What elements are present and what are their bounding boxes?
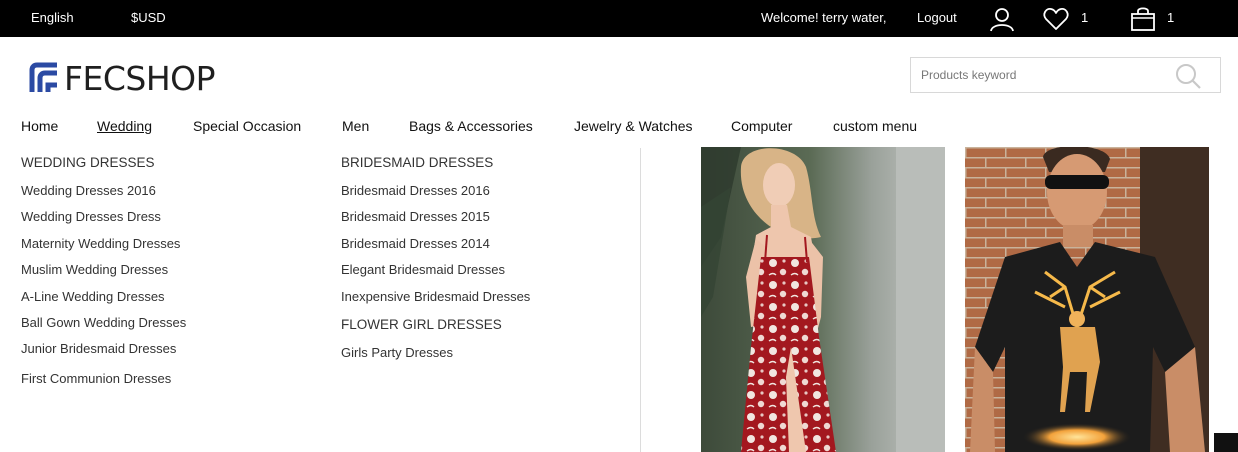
nav-item-home[interactable]: Home (21, 118, 58, 134)
promo-image-floral-dress[interactable] (701, 147, 945, 452)
menu-link[interactable]: Elegant Bridesmaid Dresses (341, 262, 505, 277)
category-heading[interactable]: FLOWER GIRL DRESSES (341, 317, 502, 332)
search-box (910, 57, 1221, 93)
menu-link[interactable]: Bridesmaid Dresses 2016 (341, 183, 490, 198)
nav-item-jewelry-watches[interactable]: Jewelry & Watches (574, 118, 693, 134)
nav-item-bags-accessories[interactable]: Bags & Accessories (409, 118, 533, 134)
shopping-bag-icon[interactable] (1129, 5, 1157, 33)
menu-link[interactable]: Maternity Wedding Dresses (21, 236, 180, 251)
menu-link[interactable]: Muslim Wedding Dresses (21, 262, 168, 277)
menu-link[interactable]: Inexpensive Bridesmaid Dresses (341, 289, 530, 304)
heart-icon[interactable] (1042, 5, 1070, 33)
menu-link[interactable]: Wedding Dresses Dress (21, 209, 161, 224)
category-heading[interactable]: WEDDING DRESSES (21, 155, 155, 170)
category-heading[interactable]: BRIDESMAID DRESSES (341, 155, 493, 170)
menu-link[interactable]: Wedding Dresses 2016 (21, 183, 156, 198)
menu-link[interactable]: A-Line Wedding Dresses (21, 289, 165, 304)
search-icon[interactable] (1174, 62, 1202, 90)
nav-item-custom-menu[interactable]: custom menu (833, 118, 917, 134)
menu-divider (640, 148, 641, 452)
menu-link[interactable]: Junior Bridesmaid Dresses (21, 341, 176, 356)
top-bar: English $USD Welcome! terry water, Logou… (0, 0, 1238, 37)
menu-link[interactable]: Bridesmaid Dresses 2015 (341, 209, 490, 224)
search-input[interactable] (911, 58, 1171, 92)
logo-text: FECSHOP (64, 58, 216, 98)
cart-count: 1 (1167, 10, 1175, 25)
user-icon[interactable] (988, 5, 1016, 33)
currency-selector[interactable]: $USD (131, 10, 166, 26)
nav-item-special-occasion[interactable]: Special Occasion (193, 118, 301, 134)
site-logo[interactable]: FECSHOP (28, 60, 244, 96)
menu-link[interactable]: First Communion Dresses (21, 371, 171, 386)
welcome-text: Welcome! terry water, (761, 10, 887, 25)
promo-image-deer-tshirt[interactable] (965, 147, 1209, 452)
main-nav: Home Wedding Special Occasion Men Bags &… (0, 116, 1238, 138)
nav-item-wedding[interactable]: Wedding (97, 118, 152, 134)
menu-link[interactable]: Ball Gown Wedding Dresses (21, 315, 186, 330)
wishlist-count: 1 (1081, 10, 1089, 25)
corner-widget (1214, 433, 1238, 452)
logo-mark-icon (29, 62, 57, 92)
language-selector[interactable]: English (31, 10, 74, 26)
menu-link[interactable]: Bridesmaid Dresses 2014 (341, 236, 490, 251)
logout-link[interactable]: Logout (917, 10, 957, 26)
nav-item-computer[interactable]: Computer (731, 118, 792, 134)
menu-link[interactable]: Girls Party Dresses (341, 345, 453, 360)
nav-item-men[interactable]: Men (342, 118, 369, 134)
